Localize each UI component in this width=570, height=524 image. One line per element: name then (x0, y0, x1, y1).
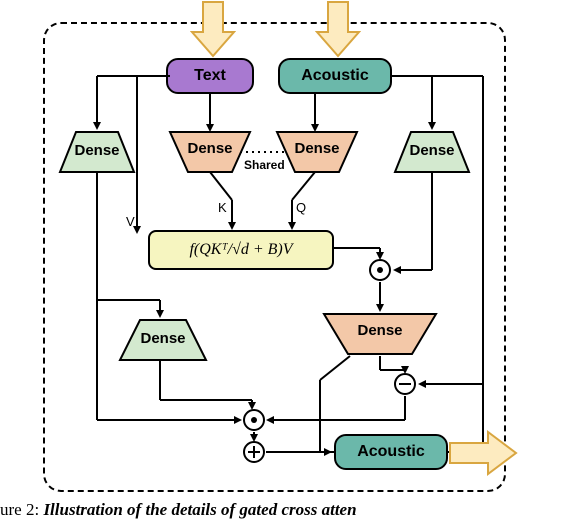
caption-prefix: ure 2: (0, 500, 39, 519)
attention-formula-text: f(QKᵀ/√d + B)V (189, 241, 292, 259)
acoustic-output-label: Acoustic (357, 443, 425, 461)
q-label: Q (296, 200, 306, 215)
dense-green-bottom-left (118, 318, 208, 362)
elementwise-product-1 (368, 258, 392, 282)
elementwise-product-2 (242, 408, 266, 432)
shared-label: Shared (244, 158, 285, 172)
attention-formula: f(QKᵀ/√d + B)V (148, 230, 334, 270)
caption-body: Illustration of the details of gated cro… (43, 500, 356, 519)
figure-caption: ure 2: Illustration of the details of ga… (0, 500, 570, 520)
dense-green-top-right (393, 130, 471, 174)
diagram-canvas: Text Acoustic (0, 0, 570, 524)
k-label: K (218, 200, 227, 215)
dense-orange-shared-right (275, 130, 359, 174)
output-arrow (448, 430, 520, 476)
dense-orange-shared-left (168, 130, 252, 174)
acoustic-output-node: Acoustic (334, 434, 448, 470)
subtract-op (393, 372, 417, 396)
dense-green-top-left (58, 130, 136, 174)
dense-orange-bottom-right (322, 312, 438, 356)
add-op (242, 440, 266, 464)
v-label: V (126, 214, 135, 229)
